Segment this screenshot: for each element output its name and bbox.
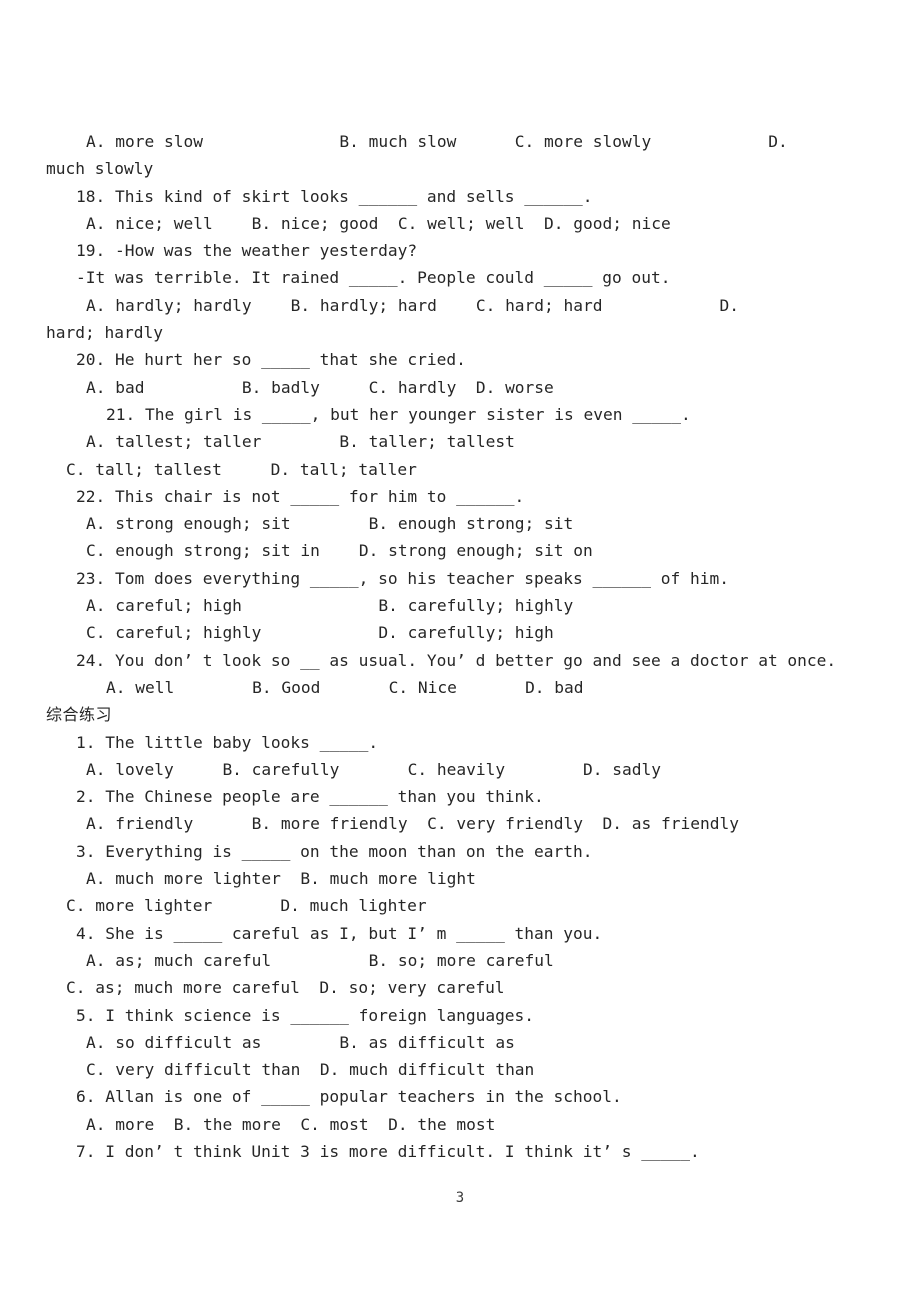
text-line: A. well B. Good C. Nice D. bad (106, 677, 584, 697)
text-line: A. as; much careful B. so; more careful (86, 950, 554, 970)
text-line: hard; hardly (46, 323, 163, 343)
text-line: 1. The little baby looks _____. (76, 732, 379, 752)
text-line: 5. I think science is ______ foreign lan… (76, 1005, 535, 1025)
text-line: A. lovely B. carefully C. heavily D. sad… (86, 759, 661, 779)
text-line: C. very difficult than D. much difficult… (86, 1060, 535, 1080)
text-line: 4. She is _____ careful as I, but I’ m _… (76, 923, 603, 943)
text-line: A. bad B. badly C. hardly D. worse (86, 377, 554, 397)
text-line: A. so difficult as B. as difficult as (86, 1032, 515, 1052)
text-line: C. enough strong; sit in D. strong enoug… (86, 541, 593, 561)
text-line: 18. This kind of skirt looks ______ and … (76, 186, 593, 206)
text-line: 7. I don’ t think Unit 3 is more difficu… (76, 1141, 700, 1161)
text-line: 23. Tom does everything _____, so his te… (76, 568, 729, 588)
text-line: A. much more lighter B. much more light (86, 869, 476, 889)
text-line: 21. The girl is _____, but her younger s… (106, 404, 691, 424)
text-line: 3. Everything is _____ on the moon than … (76, 841, 593, 861)
text-line: C. careful; highly D. carefully; high (86, 623, 554, 643)
text-line: 24. You don’ t look so __ as usual. You’… (76, 650, 837, 670)
text-line: 20. He hurt her so _____ that she cried. (76, 350, 466, 370)
text-line: A. more slow B. much slow C. more slowly… (86, 132, 788, 151)
text-line: A. friendly B. more friendly C. very fri… (86, 814, 739, 834)
text-line: 6. Allan is one of _____ popular teacher… (76, 1087, 622, 1107)
text-line: much slowly (46, 159, 154, 179)
text-line: C. as; much more careful D. so; very car… (66, 978, 505, 998)
text-line: 19. -How was the weather yesterday? (76, 241, 418, 261)
document-page: A. more slow B. much slow C. more slowly… (0, 0, 920, 1300)
text-line: C. tall; tallest D. tall; taller (66, 459, 417, 479)
page-number: 3 (455, 1190, 465, 1206)
text-line: 22. This chair is not _____ for him to _… (76, 486, 525, 506)
text-line: -It was terrible. It rained _____. Peopl… (76, 268, 671, 288)
text-line: A. strong enough; sit B. enough strong; … (86, 514, 574, 534)
text-line: A. careful; high B. carefully; highly (86, 596, 574, 616)
text-line: C. more lighter D. much lighter (66, 896, 427, 916)
text-line: A. more B. the more C. most D. the most (86, 1114, 496, 1134)
document-body: A. more slow B. much slow C. more slowly… (46, 128, 886, 1165)
text-line: A. hardly; hardly B. hardly; hard C. har… (86, 295, 739, 315)
text-line: A. tallest; taller B. taller; tallest (86, 432, 515, 452)
section-heading: 综合练习 (46, 705, 113, 725)
text-line: 2. The Chinese people are ______ than yo… (76, 787, 544, 807)
text-line: A. nice; well B. nice; good C. well; wel… (86, 213, 671, 233)
